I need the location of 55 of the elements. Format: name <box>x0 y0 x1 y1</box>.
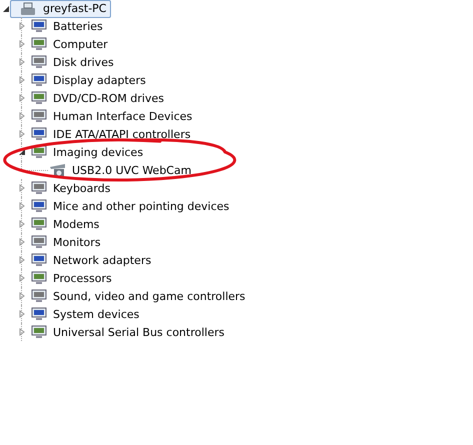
computer-icon <box>20 2 36 16</box>
tree-item[interactable]: Imaging devices <box>51 146 146 158</box>
tree-item[interactable]: Disk drives <box>51 56 116 68</box>
expand-arrow-icon[interactable] <box>18 292 26 300</box>
device-icon <box>30 72 48 88</box>
device-icon <box>30 126 48 142</box>
collapse-arrow-icon[interactable] <box>2 4 10 12</box>
device-icon <box>30 306 48 322</box>
device-icon <box>30 180 48 196</box>
tree-item[interactable]: Batteries <box>51 20 105 32</box>
expand-arrow-icon[interactable] <box>18 76 26 84</box>
tree-item[interactable]: System devices <box>51 308 142 320</box>
device-icon <box>30 54 48 70</box>
tree-item[interactable]: USB2.0 UVC WebCam <box>70 164 194 176</box>
tree-item[interactable]: DVD/CD-ROM drives <box>51 92 166 104</box>
device-icon <box>30 324 48 340</box>
expand-arrow-icon[interactable] <box>18 22 26 30</box>
expand-arrow-icon[interactable] <box>18 94 26 102</box>
expand-arrow-icon[interactable] <box>18 58 26 66</box>
expand-arrow-icon[interactable] <box>18 130 26 138</box>
device-icon <box>30 108 48 124</box>
tree-item[interactable]: Human Interface Devices <box>51 110 194 122</box>
collapse-arrow-icon[interactable] <box>18 148 26 156</box>
expand-arrow-icon[interactable] <box>18 40 26 48</box>
device-icon <box>30 252 48 268</box>
tree-item[interactable]: Mice and other pointing devices <box>51 200 232 212</box>
expand-arrow-icon[interactable] <box>18 274 26 282</box>
tree-item[interactable]: IDE ATA/ATAPI controllers <box>51 128 193 140</box>
tree-item[interactable]: Monitors <box>51 236 103 248</box>
expand-arrow-icon[interactable] <box>18 184 26 192</box>
tree-item[interactable]: Display adapters <box>51 74 148 86</box>
device-icon <box>30 198 48 214</box>
device-icon <box>30 18 48 34</box>
expand-arrow-icon[interactable] <box>18 256 26 264</box>
device-icon <box>30 270 48 286</box>
expand-arrow-icon[interactable] <box>18 238 26 246</box>
expand-arrow-icon[interactable] <box>18 310 26 318</box>
device-icon <box>30 90 48 106</box>
tree-item[interactable]: Sound, video and game controllers <box>51 290 248 302</box>
tree-item[interactable]: Keyboards <box>51 182 112 194</box>
tree-item[interactable]: Processors <box>51 272 114 284</box>
expand-arrow-icon[interactable] <box>18 220 26 228</box>
expand-arrow-icon[interactable] <box>18 202 26 210</box>
device-icon <box>30 36 48 52</box>
tree-item[interactable]: Network adapters <box>51 254 154 266</box>
device-icon <box>30 216 48 232</box>
tree-item[interactable]: greyfast-PC <box>10 0 112 18</box>
tree-item[interactable]: Modems <box>51 218 102 230</box>
device-icon <box>30 234 48 250</box>
expand-arrow-icon[interactable] <box>18 328 26 336</box>
camera-icon <box>49 162 67 178</box>
tree-item[interactable]: Universal Serial Bus controllers <box>51 326 226 338</box>
expand-arrow-icon[interactable] <box>18 112 26 120</box>
tree-item[interactable]: Computer <box>51 38 110 50</box>
device-icon <box>30 288 48 304</box>
